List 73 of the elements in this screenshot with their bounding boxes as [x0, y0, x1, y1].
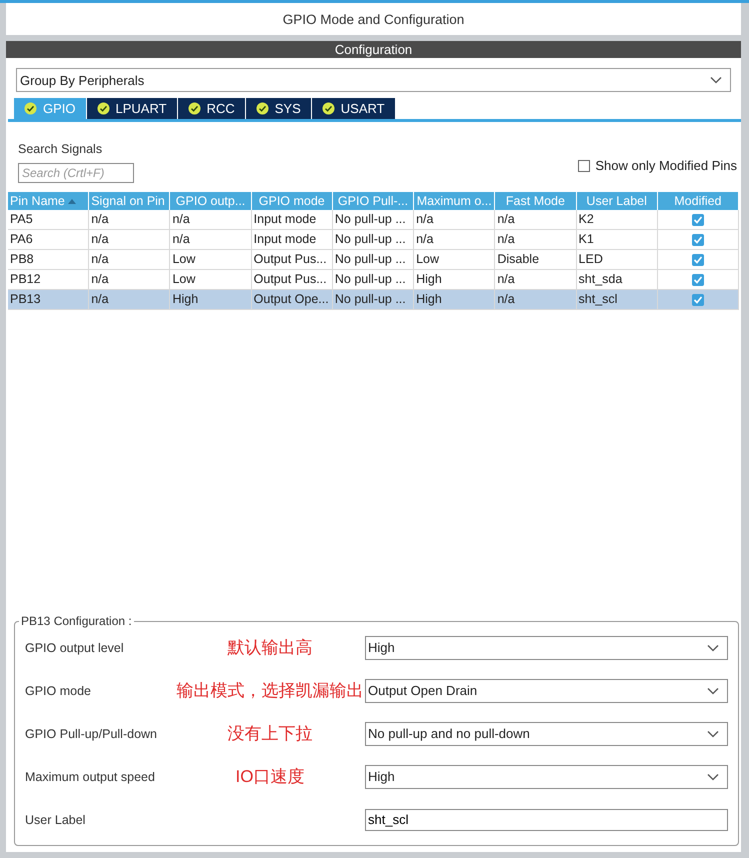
- table-cell: PB13: [8, 290, 90, 310]
- table-cell: n/a: [89, 290, 170, 310]
- table-cell: Input mode: [252, 230, 333, 250]
- checkbox[interactable]: [692, 214, 704, 226]
- table-cell: No pull-up ...: [332, 210, 414, 230]
- checkbox[interactable]: [578, 160, 590, 172]
- search-field[interactable]: Search (Crtl+F): [18, 163, 134, 183]
- search-label: Search Signals: [18, 142, 104, 156]
- table-cell: PB8: [8, 250, 90, 270]
- field-label: GPIO output level: [25, 640, 124, 654]
- field-label: Maximum output speed: [25, 770, 155, 784]
- table-cell: High: [170, 290, 252, 310]
- table-cell: Disable: [495, 250, 577, 270]
- field-label: GPIO Pull-up/Pull-down: [25, 726, 158, 740]
- table-cell: n/a: [170, 210, 252, 230]
- group-by-dropdown[interactable]: Group By Peripherals: [16, 68, 731, 92]
- field-label: GPIO mode: [25, 684, 91, 698]
- table-cell: High: [414, 290, 496, 310]
- chevron-down-icon: [707, 730, 719, 738]
- table-cell: No pull-up ...: [332, 290, 414, 310]
- table-cell: LED: [576, 250, 658, 270]
- table-cell: n/a: [414, 230, 496, 250]
- field-label: User Label: [25, 812, 86, 826]
- table-cell: PA5: [8, 210, 90, 230]
- table-cell: No pull-up ...: [332, 230, 414, 250]
- chevron-down-icon: [707, 644, 719, 652]
- table-cell: n/a: [89, 230, 170, 250]
- tab[interactable]: RCC: [178, 98, 245, 119]
- window-title: GPIO Mode and Configuration: [6, 3, 741, 35]
- table-cell: n/a: [495, 290, 577, 310]
- checkbox[interactable]: [692, 294, 704, 306]
- check-circle-icon: [96, 102, 110, 115]
- table-cell: n/a: [495, 210, 577, 230]
- table-cell: Output Ope...: [252, 290, 333, 310]
- check-circle-icon: [322, 102, 335, 115]
- annotation-text: 没有上下拉: [228, 723, 312, 745]
- table-cell: K2: [576, 210, 658, 230]
- dropdown[interactable]: High: [365, 764, 728, 788]
- tab[interactable]: LPUART: [86, 98, 177, 119]
- table-cell: Input mode: [252, 210, 333, 230]
- table-cell: K1: [576, 230, 658, 250]
- dropdown[interactable]: No pull-up and no pull-down: [365, 722, 728, 746]
- tab[interactable]: SYS: [246, 98, 311, 119]
- table-cell: No pull-up ...: [332, 250, 414, 270]
- dropdown[interactable]: High: [365, 636, 728, 660]
- check-circle-icon: [188, 102, 201, 115]
- table-cell: Output Pus...: [252, 250, 333, 270]
- dropdown[interactable]: Output Open Drain: [365, 678, 728, 702]
- annotation-text: 输出模式，选择凯漏输出: [176, 680, 364, 702]
- checkbox-label: Show only Modified Pins: [595, 158, 737, 173]
- table-cell: n/a: [89, 210, 170, 230]
- table-cell: n/a: [170, 230, 252, 250]
- table-cell: Low: [414, 250, 496, 270]
- chevron-down-icon: [707, 686, 719, 694]
- section-header: Configuration: [6, 41, 741, 58]
- table-cell: PA6: [8, 230, 90, 250]
- table-cell: n/a: [89, 250, 170, 270]
- table-cell: sht_scl: [576, 290, 658, 310]
- annotation-text: 默认输出高: [228, 637, 312, 659]
- annotation-text: IO口速度: [236, 766, 304, 788]
- checkbox[interactable]: [692, 274, 704, 286]
- table-cell: n/a: [414, 210, 496, 230]
- checkbox[interactable]: [692, 234, 704, 246]
- table-cell: n/a: [495, 230, 577, 250]
- check-circle-icon: [256, 102, 269, 115]
- tab[interactable]: USART: [312, 98, 395, 119]
- input-field[interactable]: sht_scl: [365, 808, 728, 830]
- table-cell: Low: [170, 250, 252, 270]
- check-circle-icon: [24, 102, 37, 115]
- checkbox[interactable]: [692, 254, 704, 266]
- chevron-down-icon: [710, 76, 722, 84]
- chevron-down-icon: [707, 772, 719, 780]
- group-title: PB13 Configuration :: [19, 614, 134, 628]
